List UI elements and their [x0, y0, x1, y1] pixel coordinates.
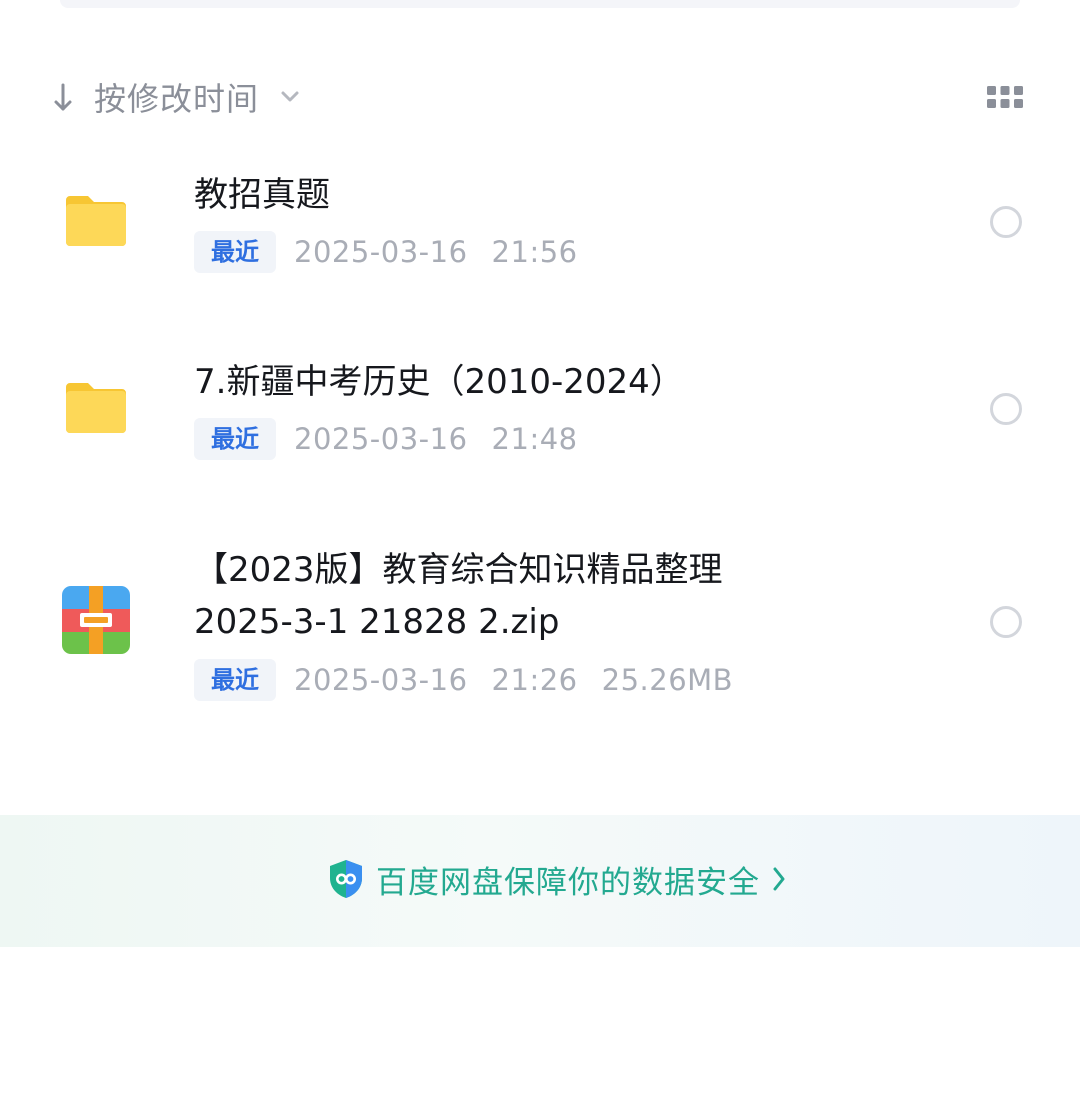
folder-icon	[66, 383, 126, 433]
select-checkbox[interactable]	[990, 606, 1022, 638]
sort-bar: 按修改时间	[0, 72, 1080, 122]
file-row[interactable]: 7.新疆中考历史（2010-2024） 最近 2025-03-16 21:48	[0, 337, 1080, 507]
modified-time: 21:48	[491, 422, 578, 456]
recent-badge: 最近	[194, 418, 276, 460]
file-row[interactable]: 教招真题 最近 2025-03-16 21:56	[0, 150, 1080, 320]
shield-icon	[330, 860, 362, 898]
modified-time: 21:26	[491, 663, 578, 697]
select-checkbox[interactable]	[990, 393, 1022, 425]
search-bar-edge	[60, 0, 1020, 8]
grid-icon[interactable]	[986, 85, 1024, 109]
chevron-right-icon	[773, 867, 785, 891]
file-meta: 最近 2025-03-16 21:48	[194, 417, 578, 461]
modified-date: 2025-03-16	[294, 663, 468, 697]
arrow-down-icon	[54, 83, 72, 111]
sort-label: 按修改时间	[94, 80, 260, 118]
recent-badge: 最近	[194, 659, 276, 701]
modified-date: 2025-03-16	[294, 422, 468, 456]
file-size: 25.26MB	[601, 663, 734, 697]
file-meta: 最近 2025-03-16 21:56	[194, 230, 578, 274]
modified-time: 21:56	[491, 235, 578, 269]
chevron-down-icon	[281, 91, 299, 102]
folder-icon	[66, 196, 126, 246]
security-text: 百度网盘保障你的数据安全	[376, 864, 760, 901]
recent-badge: 最近	[194, 231, 276, 273]
file-name: 7.新疆中考历史（2010-2024）	[194, 362, 684, 402]
sort-by-modified-time-button[interactable]: 按修改时间	[50, 72, 301, 122]
file-name: 【2023版】教育综合知识精品整理 2025-3-1 21828 2.zip	[194, 550, 723, 642]
modified-date: 2025-03-16	[294, 235, 468, 269]
zip-archive-icon	[62, 586, 130, 654]
file-meta: 最近 2025-03-16 21:26 25.26MB	[194, 658, 733, 702]
security-banner: 百度网盘保障你的数据安全	[0, 815, 1080, 947]
data-security-link[interactable]: 百度网盘保障你的数据安全	[328, 857, 786, 901]
select-checkbox[interactable]	[990, 206, 1022, 238]
file-name: 教招真题	[194, 175, 330, 215]
